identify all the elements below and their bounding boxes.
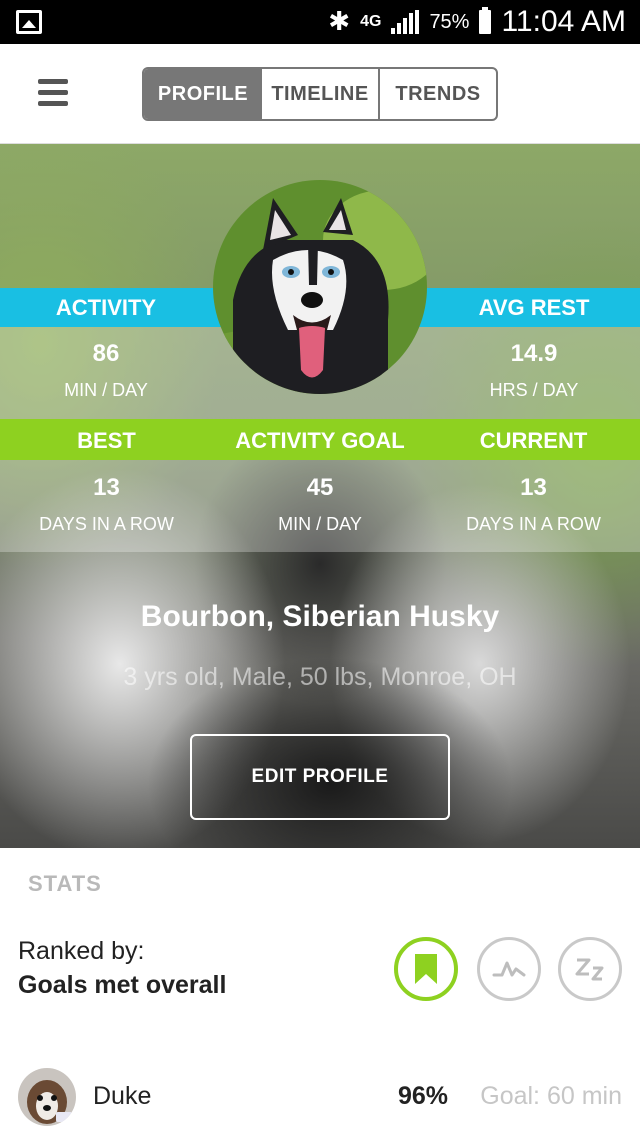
avg-rest-value: 14.9 — [510, 340, 558, 367]
row-percent: 96% — [397, 1082, 448, 1110]
current-label: CURRENT — [479, 428, 588, 453]
ranking-row[interactable]: Duke 96% Goal: 60 min — [0, 1062, 640, 1138]
tab-timeline[interactable]: TIMELINE — [262, 69, 380, 119]
current-unit: DAYS IN A ROW — [466, 514, 601, 534]
network-type: 4G — [360, 13, 382, 30]
battery-percent: 75% — [429, 10, 470, 33]
activity-value: 86 — [92, 340, 120, 367]
stats-heading: STATS — [28, 871, 102, 896]
tab-profile[interactable]: PROFILE — [144, 69, 262, 119]
best-label: BEST — [77, 428, 136, 453]
menu-icon[interactable] — [38, 79, 68, 109]
ranked-by-value: Goals met overall — [18, 971, 227, 999]
activity-wave-icon — [492, 961, 526, 977]
row-dog-name: Duke — [93, 1082, 152, 1110]
current-value: 13 — [520, 474, 547, 501]
dog-name: Bourbon, Siberian Husky — [140, 600, 500, 633]
top-nav: PROFILE TIMELINE TRENDS — [0, 44, 640, 144]
activity-unit: MIN / DAY — [64, 380, 148, 400]
gallery-notification-icon — [16, 10, 42, 34]
profile-hero: ACTIVITY 86 MIN / DAY AVG REST 14.9 HRS … — [0, 144, 640, 848]
dog-details: 3 yrs old, Male, 50 lbs, Monroe, OH — [123, 663, 517, 691]
rank-goals-button[interactable] — [394, 937, 458, 1001]
bookmark-icon — [415, 954, 437, 984]
battery-icon — [479, 7, 492, 34]
status-indicators: ✱ 4G 75% 11:04 AM — [328, 0, 626, 44]
status-bar: ✱ 4G 75% 11:04 AM — [0, 0, 640, 44]
dog-avatar[interactable] — [213, 180, 427, 394]
rank-rest-button[interactable] — [558, 937, 622, 1001]
activity-goal-label: ACTIVITY GOAL — [235, 428, 405, 453]
avg-rest-label: AVG REST — [478, 295, 590, 320]
bluetooth-icon: ✱ — [328, 7, 351, 37]
row-avatar — [18, 1068, 76, 1126]
edit-profile-button[interactable]: EDIT PROFILE — [190, 734, 450, 820]
ranked-by-label: Ranked by: — [18, 937, 145, 965]
signal-icon — [391, 10, 420, 34]
tab-trends[interactable]: TRENDS — [380, 69, 496, 119]
rank-activity-button[interactable] — [477, 937, 541, 1001]
activity-label: ACTIVITY — [55, 295, 157, 320]
row-goal: Goal: 60 min — [480, 1082, 622, 1110]
best-value: 13 — [93, 474, 120, 501]
activity-goal-value: 45 — [306, 474, 334, 501]
clock: 11:04 AM — [501, 5, 626, 38]
best-unit: DAYS IN A ROW — [39, 514, 174, 534]
view-tabs: PROFILE TIMELINE TRENDS — [142, 67, 498, 121]
sleep-zz-icon — [575, 958, 604, 981]
avg-rest-unit: HRS / DAY — [489, 380, 579, 400]
activity-goal-unit: MIN / DAY — [278, 514, 362, 534]
